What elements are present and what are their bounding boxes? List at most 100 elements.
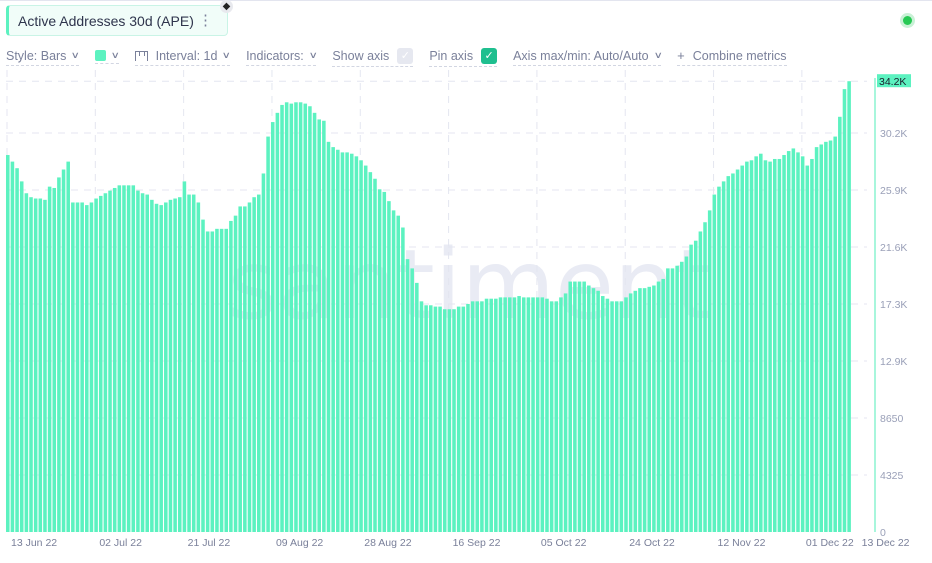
bar[interactable] bbox=[838, 116, 842, 532]
bar[interactable] bbox=[498, 297, 503, 532]
bar[interactable] bbox=[577, 281, 582, 532]
bar[interactable] bbox=[354, 156, 359, 532]
bar[interactable] bbox=[717, 186, 721, 532]
bar[interactable] bbox=[359, 160, 363, 532]
bar[interactable] bbox=[563, 293, 568, 532]
bar[interactable] bbox=[57, 177, 61, 533]
bar[interactable] bbox=[257, 194, 261, 532]
bar[interactable] bbox=[131, 185, 136, 532]
bar[interactable] bbox=[233, 215, 238, 533]
bar[interactable] bbox=[731, 173, 735, 533]
more-options-icon[interactable]: ⋮ bbox=[198, 11, 213, 29]
bar[interactable] bbox=[387, 201, 391, 532]
bar[interactable] bbox=[661, 278, 665, 532]
bar[interactable] bbox=[447, 309, 452, 532]
bar[interactable] bbox=[535, 297, 540, 532]
bar[interactable] bbox=[252, 197, 256, 532]
bar[interactable] bbox=[289, 103, 294, 532]
bar[interactable] bbox=[466, 303, 470, 532]
bar[interactable] bbox=[294, 102, 298, 532]
bar[interactable] bbox=[410, 268, 414, 532]
chart-area[interactable]: santiment 04325865012.9K17.3K21.6K25.9K3… bbox=[0, 0, 932, 563]
bar[interactable] bbox=[684, 256, 689, 532]
style-dropdown[interactable]: Style: Bars ∨ bbox=[6, 49, 80, 66]
bar[interactable] bbox=[568, 281, 572, 532]
bar[interactable] bbox=[531, 297, 535, 532]
bar[interactable] bbox=[280, 104, 284, 532]
bar[interactable] bbox=[24, 193, 29, 532]
bar[interactable] bbox=[647, 286, 652, 532]
bar[interactable] bbox=[633, 290, 638, 532]
bar[interactable] bbox=[38, 198, 43, 532]
bar[interactable] bbox=[215, 228, 219, 532]
bar[interactable] bbox=[824, 141, 828, 532]
bar[interactable] bbox=[33, 198, 38, 532]
bar[interactable] bbox=[559, 297, 563, 532]
bar[interactable] bbox=[196, 202, 201, 532]
bar[interactable] bbox=[103, 193, 108, 532]
bar[interactable] bbox=[740, 165, 744, 532]
bar[interactable] bbox=[800, 156, 805, 532]
bar[interactable] bbox=[759, 153, 763, 532]
bar[interactable] bbox=[243, 206, 247, 532]
bar[interactable] bbox=[247, 202, 252, 532]
bar[interactable] bbox=[164, 202, 168, 532]
bar[interactable] bbox=[582, 281, 586, 532]
bar[interactable] bbox=[424, 305, 428, 532]
bar[interactable] bbox=[489, 298, 493, 532]
bar[interactable] bbox=[782, 155, 786, 532]
bar[interactable] bbox=[526, 297, 531, 532]
bar[interactable] bbox=[15, 168, 19, 532]
bar[interactable] bbox=[508, 297, 512, 532]
bar[interactable] bbox=[75, 202, 80, 532]
bar[interactable] bbox=[605, 298, 610, 532]
bar[interactable] bbox=[396, 215, 401, 533]
bar[interactable] bbox=[122, 185, 126, 532]
bar[interactable] bbox=[698, 231, 703, 532]
bar[interactable] bbox=[819, 144, 824, 532]
bar[interactable] bbox=[433, 306, 438, 532]
bar[interactable] bbox=[549, 301, 554, 532]
bar[interactable] bbox=[312, 112, 317, 532]
bar[interactable] bbox=[43, 199, 47, 532]
bar[interactable] bbox=[810, 158, 814, 532]
bar[interactable] bbox=[749, 160, 754, 532]
bar[interactable] bbox=[238, 206, 242, 532]
bar[interactable] bbox=[503, 297, 507, 532]
bar[interactable] bbox=[470, 301, 475, 532]
bar[interactable] bbox=[345, 152, 349, 532]
bar[interactable] bbox=[693, 240, 698, 532]
bar[interactable] bbox=[624, 297, 628, 532]
bar[interactable] bbox=[108, 190, 112, 532]
bar[interactable] bbox=[275, 112, 280, 532]
bar[interactable] bbox=[628, 293, 633, 532]
bar[interactable] bbox=[554, 301, 559, 532]
show-axis-toggle[interactable]: Show axis ✓ bbox=[332, 47, 414, 67]
bar[interactable] bbox=[666, 268, 670, 532]
bar[interactable] bbox=[159, 205, 163, 532]
bar[interactable] bbox=[336, 149, 340, 532]
bar[interactable] bbox=[670, 268, 675, 532]
bar[interactable] bbox=[349, 153, 354, 532]
bar[interactable] bbox=[619, 301, 624, 532]
bar[interactable] bbox=[847, 81, 851, 533]
bar[interactable] bbox=[642, 288, 647, 532]
indicators-dropdown[interactable]: Indicators: ∨ bbox=[246, 49, 318, 66]
bar[interactable] bbox=[735, 169, 740, 533]
bar[interactable] bbox=[326, 141, 331, 532]
bar[interactable] bbox=[145, 194, 149, 532]
bar[interactable] bbox=[270, 122, 275, 533]
bar[interactable] bbox=[80, 202, 84, 532]
bar[interactable] bbox=[61, 169, 66, 533]
bar[interactable] bbox=[191, 194, 196, 532]
bar[interactable] bbox=[177, 197, 182, 532]
bar[interactable] bbox=[675, 265, 679, 532]
bar[interactable] bbox=[652, 285, 656, 532]
bar[interactable] bbox=[298, 102, 303, 532]
bar[interactable] bbox=[201, 219, 205, 533]
bar[interactable] bbox=[726, 176, 731, 533]
bar[interactable] bbox=[187, 194, 191, 532]
bar[interactable] bbox=[786, 151, 791, 532]
bar[interactable] bbox=[517, 296, 521, 532]
bar[interactable] bbox=[587, 285, 591, 532]
